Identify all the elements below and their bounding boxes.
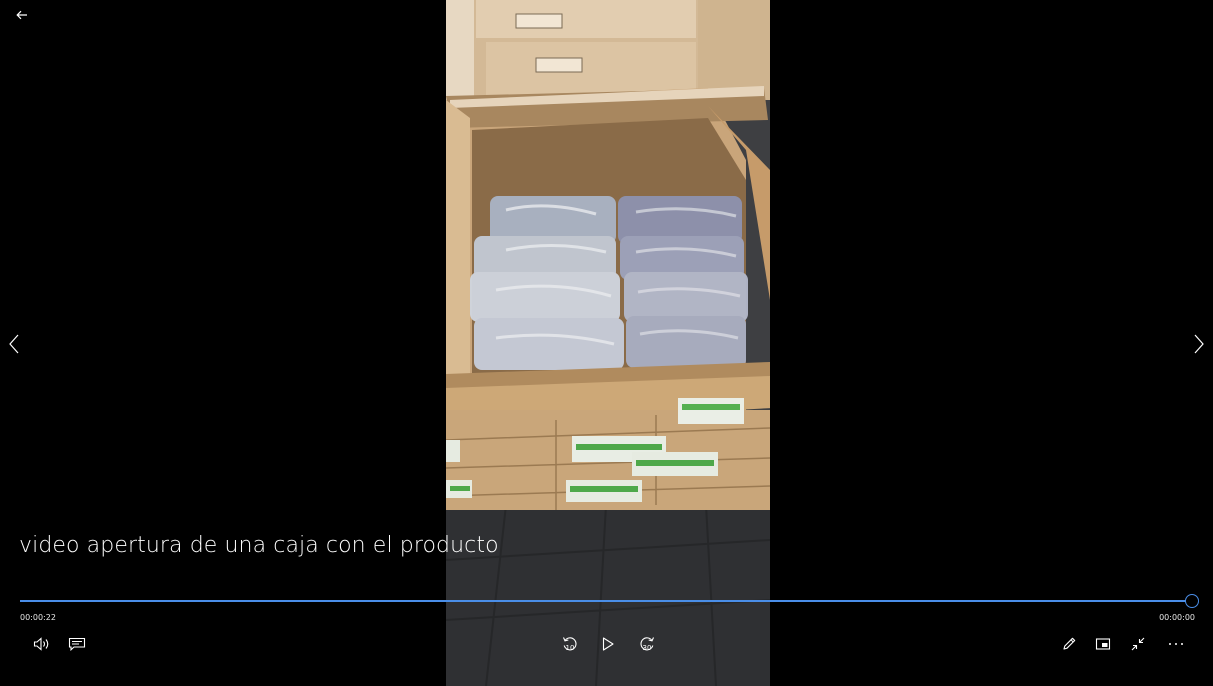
video-title: video apertura de una caja con el produc… xyxy=(19,533,499,558)
captions-button[interactable] xyxy=(64,632,90,656)
seek-thumb[interactable] xyxy=(1185,594,1199,608)
video-frame[interactable] xyxy=(446,0,770,686)
seek-bar[interactable] xyxy=(20,593,1199,609)
seek-progress xyxy=(20,600,1186,602)
play-button[interactable] xyxy=(595,632,621,656)
more-options-button[interactable] xyxy=(1163,632,1189,656)
back-arrow-icon xyxy=(16,10,27,20)
chevron-left-icon xyxy=(9,334,19,354)
play-icon xyxy=(602,637,614,651)
exit-fullscreen-icon xyxy=(1131,637,1145,651)
next-button[interactable] xyxy=(1187,328,1211,360)
mini-view-icon xyxy=(1095,638,1111,650)
previous-button[interactable] xyxy=(2,328,26,360)
total-time: 00:00:00 xyxy=(1159,613,1195,622)
elapsed-time: 00:00:22 xyxy=(20,613,56,622)
chevron-right-icon xyxy=(1194,334,1204,354)
skip-forward-button[interactable]: 30 xyxy=(634,632,660,656)
more-options-icon xyxy=(1169,643,1183,645)
back-button[interactable] xyxy=(10,4,34,26)
pencil-icon xyxy=(1063,637,1076,650)
exit-fullscreen-button[interactable] xyxy=(1125,632,1151,656)
media-player: video apertura de una caja con el produc… xyxy=(0,0,1213,686)
skip-forward-label: 30 xyxy=(642,644,652,652)
volume-icon xyxy=(33,637,49,651)
captions-icon xyxy=(68,637,86,651)
skip-back-label: 10 xyxy=(565,644,575,652)
mini-view-button[interactable] xyxy=(1090,632,1116,656)
skip-back-button[interactable]: 10 xyxy=(557,632,583,656)
video-content-image xyxy=(446,0,770,686)
volume-button[interactable] xyxy=(29,632,55,656)
edit-button[interactable] xyxy=(1056,632,1082,656)
